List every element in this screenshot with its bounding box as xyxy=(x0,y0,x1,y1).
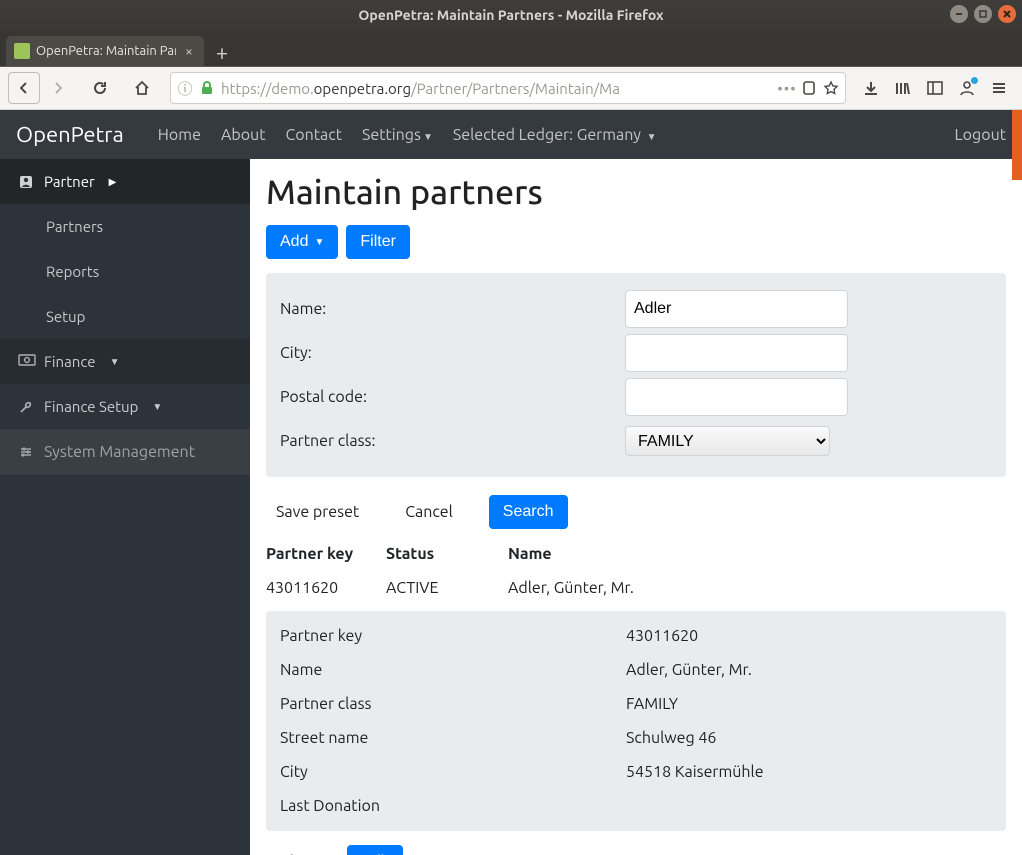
detail-panel: Partner key43011620 NameAdler, Günter, M… xyxy=(266,611,1006,831)
filter-name-input[interactable] xyxy=(625,290,848,328)
edit-button[interactable]: Edit xyxy=(347,845,403,855)
filter-city-label: City: xyxy=(280,344,625,362)
detail-label: Street name xyxy=(280,729,626,747)
caret-right-icon: ▶ xyxy=(109,176,117,188)
filter-name-label: Name: xyxy=(280,300,625,318)
window-title: OpenPetra: Maintain Partners - Mozilla F… xyxy=(0,7,1022,23)
cell-key: 43011620 xyxy=(266,579,386,597)
nav-home[interactable]: Home xyxy=(158,126,201,144)
detail-label: Last Donation xyxy=(280,797,626,815)
menu-icon[interactable] xyxy=(990,79,1008,97)
save-preset-button[interactable]: Save preset xyxy=(266,495,369,529)
caret-down-icon: ▼ xyxy=(152,401,162,413)
sidebar-item-setup[interactable]: Setup xyxy=(0,294,250,339)
new-tab-button[interactable]: + xyxy=(208,38,236,66)
detail-value: Schulweg 46 xyxy=(626,729,992,747)
cell-status: ACTIVE xyxy=(386,579,508,597)
sliders-icon xyxy=(18,444,34,460)
forward-button xyxy=(42,72,74,104)
sidebar-label: Finance Setup xyxy=(44,398,138,415)
detail-label: Partner class xyxy=(280,695,626,713)
library-icon[interactable] xyxy=(894,79,912,97)
browser-tabstrip: OpenPetra: Maintain Par × + xyxy=(0,30,1022,66)
bookmark-icon[interactable] xyxy=(823,80,839,96)
sidebar-label: System Management xyxy=(44,443,195,461)
reader-icon[interactable] xyxy=(801,80,817,96)
home-button[interactable] xyxy=(126,72,158,104)
table-row[interactable]: 43011620 ACTIVE Adler, Günter, Mr. xyxy=(266,571,1006,605)
caret-down-icon: ▼ xyxy=(110,356,120,368)
cancel-button[interactable]: Cancel xyxy=(395,495,463,529)
sidebar-item-partners[interactable]: Partners xyxy=(0,204,250,249)
detail-value: FAMILY xyxy=(626,695,992,713)
window-minimize-button[interactable] xyxy=(950,5,968,23)
reload-button[interactable] xyxy=(84,72,116,104)
tab-favicon xyxy=(14,43,30,59)
filter-button[interactable]: Filter xyxy=(346,225,410,259)
detail-label: Partner key xyxy=(280,627,626,645)
nav-settings[interactable]: Settings▼ xyxy=(362,126,433,144)
caret-down-icon: ▼ xyxy=(647,131,657,142)
filter-panel: Name: City: Postal code: Partner class: … xyxy=(266,273,1006,477)
window-titlebar: OpenPetra: Maintain Partners - Mozilla F… xyxy=(0,0,1022,30)
browser-toolbar: ⓘ https://demo.openpetra.org/Partner/Par… xyxy=(0,66,1022,109)
search-button[interactable]: Search xyxy=(489,495,568,529)
sidebar-label: Finance xyxy=(44,353,96,370)
close-button[interactable]: Close xyxy=(266,845,329,855)
app-navbar: OpenPetra Home About Contact Settings▼ S… xyxy=(0,110,1022,159)
caret-down-icon: ▼ xyxy=(314,237,324,248)
browser-viewport: OpenPetra Home About Contact Settings▼ S… xyxy=(0,109,1022,855)
back-button[interactable] xyxy=(8,72,40,104)
detail-value: 43011620 xyxy=(626,627,992,645)
main-content: Maintain partners Add▼ Filter Name: City… xyxy=(250,159,1022,855)
sidebar-label: Partner xyxy=(44,173,95,190)
sidebar-item-finance[interactable]: Finance ▼ xyxy=(0,339,250,384)
scrollbar-thumb[interactable] xyxy=(1012,110,1022,180)
downloads-icon[interactable] xyxy=(862,79,880,97)
results-table: Partner key Status Name 43011620 ACTIVE … xyxy=(266,537,1006,605)
detail-value: Adler, Günter, Mr. xyxy=(626,661,992,679)
sidebar-item-reports[interactable]: Reports xyxy=(0,249,250,294)
detail-label: City xyxy=(280,763,626,781)
address-bar[interactable]: ⓘ https://demo.openpetra.org/Partner/Par… xyxy=(170,72,846,104)
filter-city-input[interactable] xyxy=(625,334,848,372)
wrench-icon xyxy=(18,399,34,415)
filter-postal-label: Postal code: xyxy=(280,388,625,406)
tab-close-icon[interactable]: × xyxy=(182,44,196,58)
account-icon[interactable] xyxy=(958,79,976,97)
cell-name: Adler, Günter, Mr. xyxy=(508,579,1006,597)
sidebar-item-partner[interactable]: Partner ▶ xyxy=(0,159,250,204)
page-title: Maintain partners xyxy=(266,173,1006,211)
tab-label: OpenPetra: Maintain Par xyxy=(36,44,176,58)
url-text: https://demo.openpetra.org/Partner/Partn… xyxy=(221,80,773,97)
sidebar-item-finance-setup[interactable]: Finance Setup ▼ xyxy=(0,384,250,429)
window-maximize-button[interactable] xyxy=(974,5,992,23)
nav-about[interactable]: About xyxy=(221,126,266,144)
detail-value: 54518 Kaisermühle xyxy=(626,763,992,781)
col-partner-key: Partner key xyxy=(266,545,386,563)
filter-class-label: Partner class: xyxy=(280,432,625,450)
person-icon xyxy=(18,174,34,190)
filter-class-select[interactable]: FAMILY xyxy=(625,426,830,456)
lock-icon xyxy=(199,80,215,96)
nav-contact[interactable]: Contact xyxy=(285,126,342,144)
caret-down-icon: ▼ xyxy=(423,131,433,142)
browser-tab[interactable]: OpenPetra: Maintain Par × xyxy=(6,36,204,66)
detail-value xyxy=(626,797,992,815)
filter-postal-input[interactable] xyxy=(625,378,848,416)
col-name: Name xyxy=(508,545,1006,563)
site-info-icon[interactable]: ⓘ xyxy=(177,80,193,96)
nav-logout[interactable]: Logout xyxy=(955,126,1007,144)
detail-label: Name xyxy=(280,661,626,679)
money-icon xyxy=(18,354,34,370)
sidebar: Partner ▶ Partners Reports Setup Finance… xyxy=(0,159,250,855)
sidebar-item-system-management[interactable]: System Management xyxy=(0,429,250,475)
add-button[interactable]: Add▼ xyxy=(266,225,338,259)
window-close-button[interactable] xyxy=(998,5,1016,23)
nav-ledger[interactable]: Selected Ledger: Germany ▼ xyxy=(453,126,657,144)
col-status: Status xyxy=(386,545,508,563)
sidebar-icon[interactable] xyxy=(926,79,944,97)
brand[interactable]: OpenPetra xyxy=(16,122,124,147)
page-actions-icon[interactable]: ••• xyxy=(779,80,795,96)
